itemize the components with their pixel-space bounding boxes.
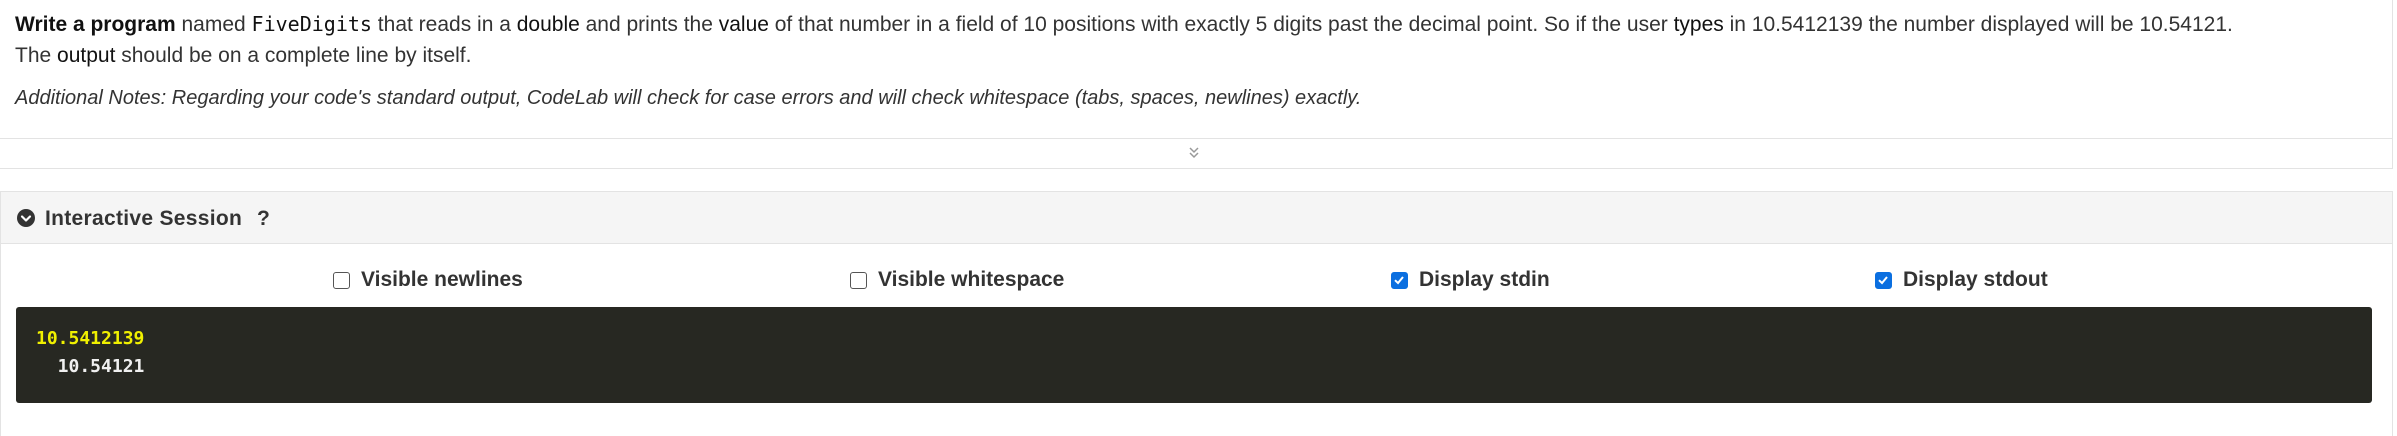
problem-text-segment: should be on a complete line by itself. <box>115 44 472 67</box>
visible-whitespace-checkbox[interactable] <box>850 271 867 289</box>
double-chevron-down-icon[interactable] <box>1186 145 1202 161</box>
problem-text-segment: that reads in a <box>371 13 517 36</box>
class-name-code: FiveDigits <box>251 12 372 36</box>
session-title: Interactive Session <box>45 207 243 230</box>
problem-keyword: types <box>1673 13 1724 36</box>
problem-keyword: double <box>516 13 580 36</box>
problem-text-segment: in 10.5412139 the number displayed will … <box>1723 13 2233 36</box>
display-stdout-option[interactable]: Display stdout <box>1875 268 2048 292</box>
visible-newlines-checkbox[interactable] <box>333 271 350 289</box>
stdin-line: 10.5412139 <box>36 328 145 349</box>
problem-statement: Write a program named FiveDigits that re… <box>15 9 2375 71</box>
display-stdout-label[interactable]: Display stdout <box>1903 268 2048 292</box>
help-button[interactable]: ? <box>257 207 270 231</box>
display-stdin-option[interactable]: Display stdin <box>1391 268 1550 292</box>
expand-problem-bar[interactable] <box>0 138 2393 169</box>
checkmark-icon <box>1878 275 1888 284</box>
problem-text-segment: and prints the <box>579 13 719 36</box>
problem-text-segment: named <box>175 13 252 36</box>
display-stdout-checkbox[interactable] <box>1875 271 1892 289</box>
chevron-down-circle-icon[interactable] <box>17 209 35 227</box>
problem-keyword: output <box>57 44 116 67</box>
stdout-line: 10.54121 <box>36 356 145 377</box>
checkmark-icon <box>1394 275 1404 284</box>
problem-panel: Write a program named FiveDigits that re… <box>0 0 2393 169</box>
problem-keyword: Write a program <box>15 13 176 36</box>
visible-newlines-option[interactable]: Visible newlines <box>333 268 523 292</box>
session-terminal: 10.5412139 10.54121 <box>16 307 2372 403</box>
session-header[interactable]: Interactive Session ? <box>1 191 2392 244</box>
visible-whitespace-label[interactable]: Visible whitespace <box>878 268 1064 292</box>
display-stdin-label[interactable]: Display stdin <box>1419 268 1550 292</box>
visible-whitespace-option[interactable]: Visible whitespace <box>850 268 1064 292</box>
additional-notes: Additional Notes: Regarding your code's … <box>15 87 1362 109</box>
problem-text-segment: of that number in a field of 10 position… <box>768 13 1674 36</box>
problem-text-segment: The <box>15 44 58 67</box>
problem-keyword: value <box>718 13 769 36</box>
visible-newlines-label[interactable]: Visible newlines <box>361 268 523 292</box>
display-stdin-checkbox[interactable] <box>1391 271 1408 289</box>
